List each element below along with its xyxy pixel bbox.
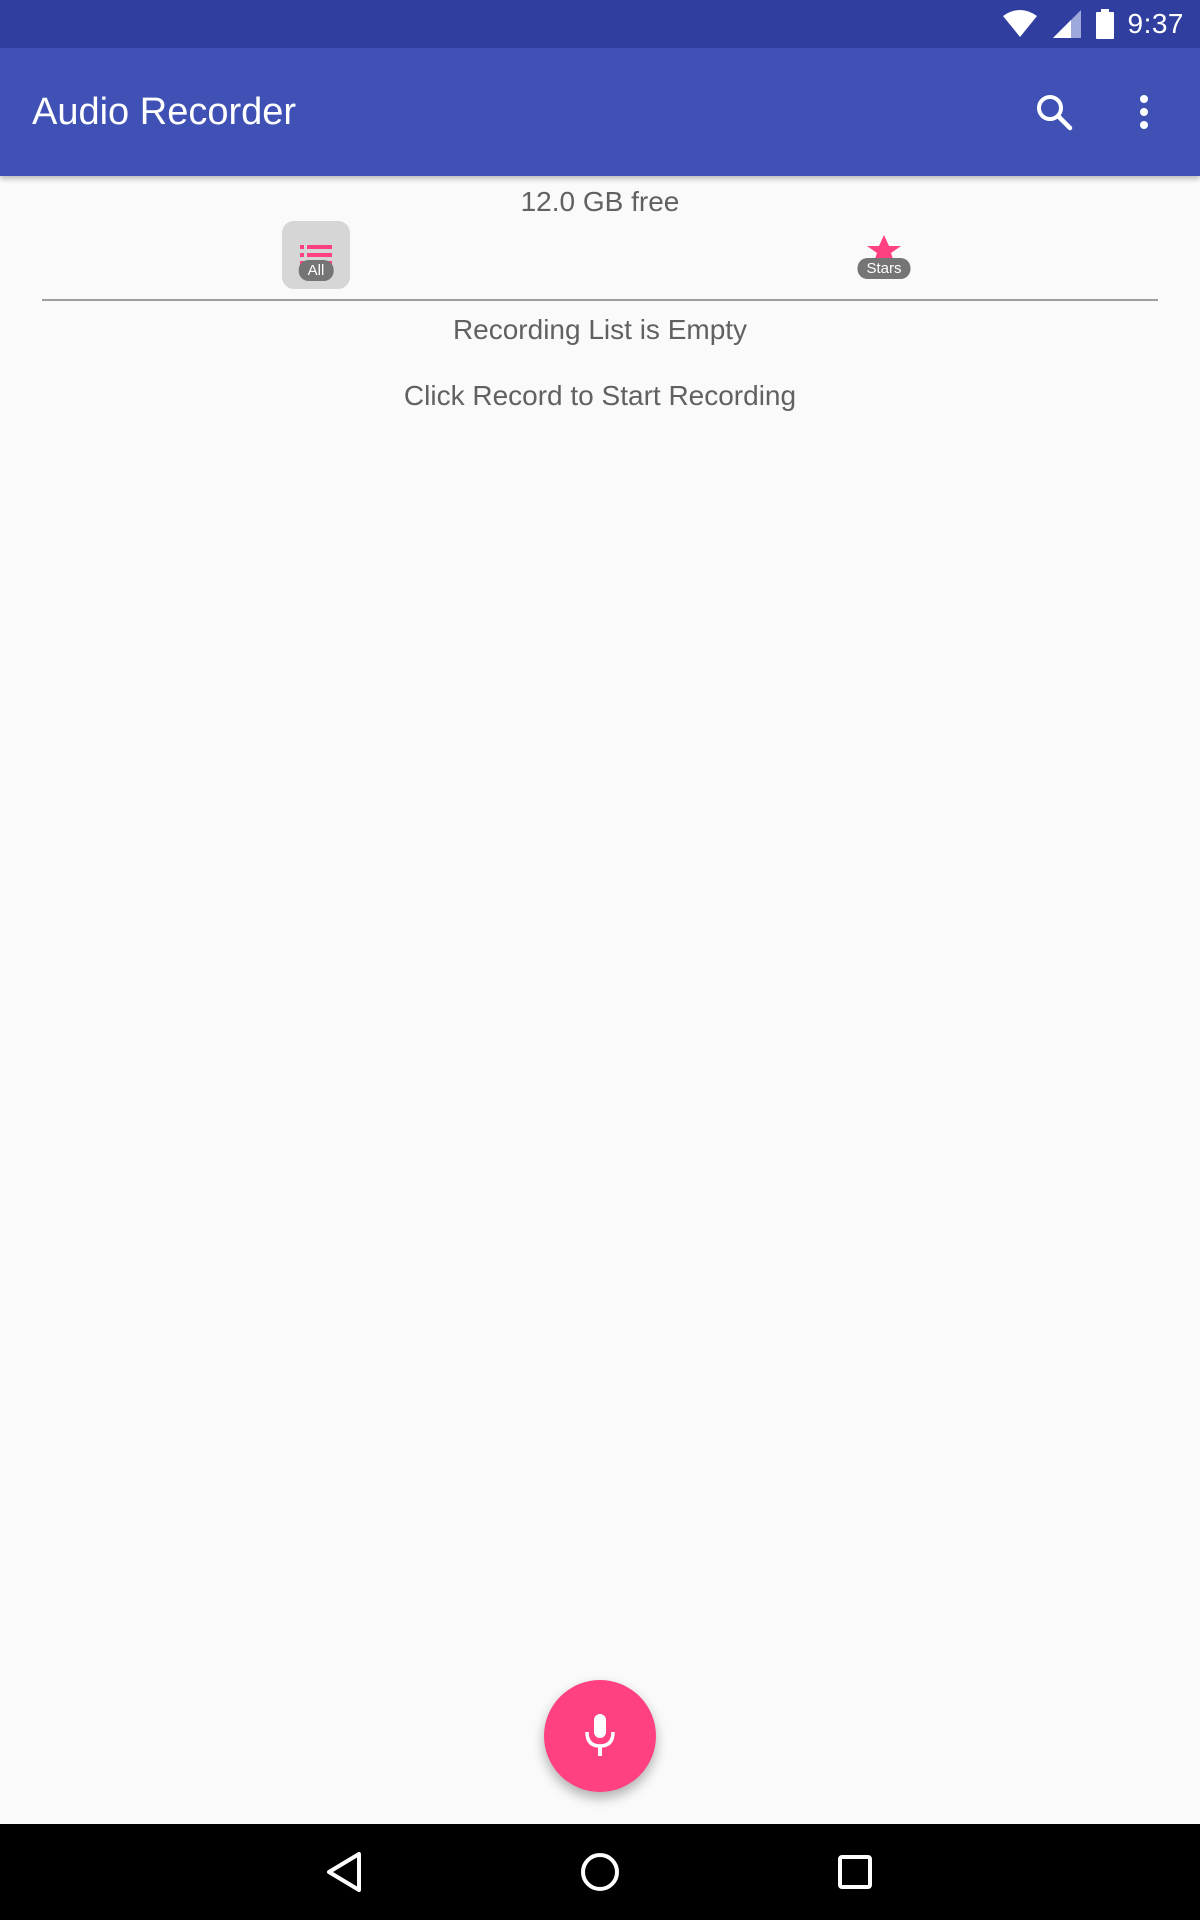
status-time: 9:37: [1127, 8, 1184, 39]
tab-stars-icon-wrap: Stars: [854, 225, 914, 285]
tab-stars-label: Stars: [857, 258, 911, 279]
tab-stars[interactable]: Stars: [850, 221, 918, 289]
recents-icon: [838, 1855, 872, 1889]
storage-free-label: 12.0 GB free: [520, 186, 680, 217]
empty-state-title: Recording List is Empty: [452, 314, 748, 345]
app-bar: Audio Recorder: [0, 48, 1200, 176]
tab-all[interactable]: All: [282, 221, 350, 289]
tab-all-icon-wrap: All: [286, 225, 346, 285]
nav-recents-button[interactable]: [825, 1842, 885, 1902]
more-options-button[interactable]: [1108, 76, 1180, 148]
battery-icon: [1095, 9, 1114, 39]
status-bar: 9:37: [0, 0, 1200, 48]
more-vert-icon: [1140, 95, 1148, 129]
tab-all-label: All: [298, 260, 334, 281]
nav-home-button[interactable]: [570, 1842, 630, 1902]
nav-back-button[interactable]: [315, 1842, 375, 1902]
app-title: Audio Recorder: [32, 90, 297, 133]
search-button[interactable]: [1018, 76, 1090, 148]
microphone-icon: [585, 1714, 615, 1756]
home-icon: [581, 1853, 619, 1891]
tab-divider: [42, 299, 1158, 301]
wifi-icon: [1002, 10, 1037, 37]
recording-filter-tabs: All Stars: [42, 221, 1158, 301]
app-bar-actions: [1018, 76, 1180, 148]
main-content: 12.0 GB free All Stars Recording List is…: [0, 176, 1200, 1824]
back-icon: [327, 1852, 361, 1892]
navigation-bar: [0, 1824, 1200, 1920]
empty-state-hint: Click Record to Start Recording: [403, 380, 797, 411]
cellular-signal-icon: [1052, 10, 1081, 38]
search-icon: [1037, 95, 1073, 131]
record-button[interactable]: [544, 1680, 656, 1792]
